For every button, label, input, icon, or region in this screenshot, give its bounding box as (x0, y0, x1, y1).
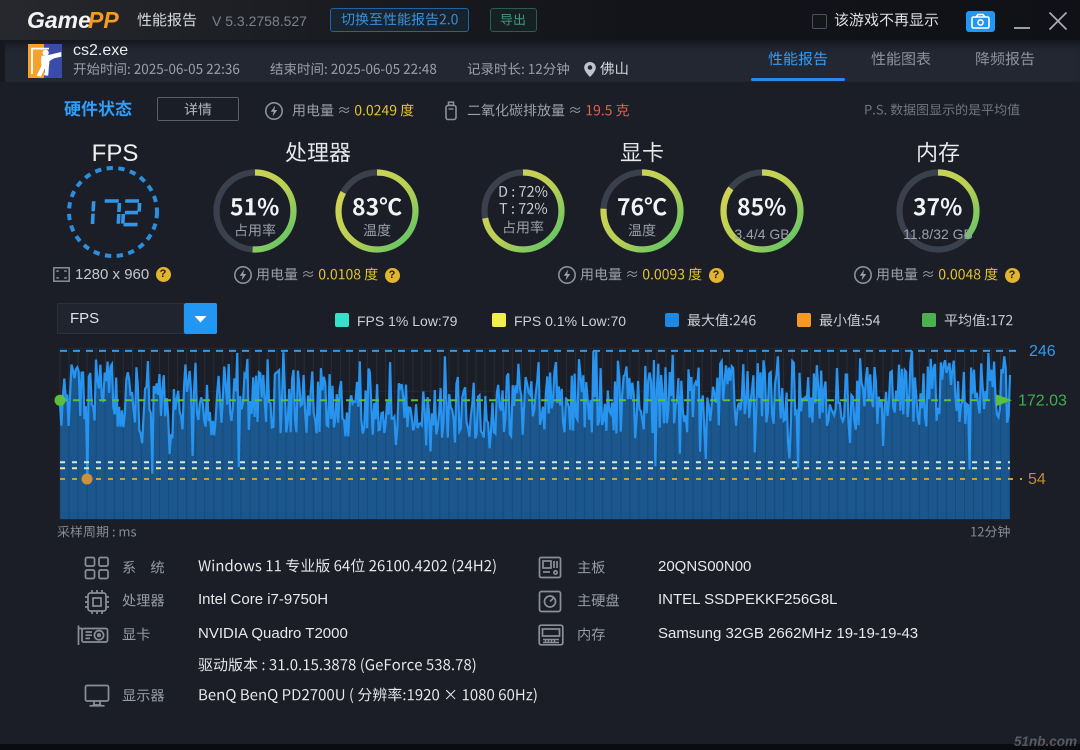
svg-text:246: 246 (1029, 343, 1056, 360)
svg-text:54: 54 (1028, 471, 1046, 488)
svg-text:172.03: 172.03 (1018, 392, 1067, 409)
